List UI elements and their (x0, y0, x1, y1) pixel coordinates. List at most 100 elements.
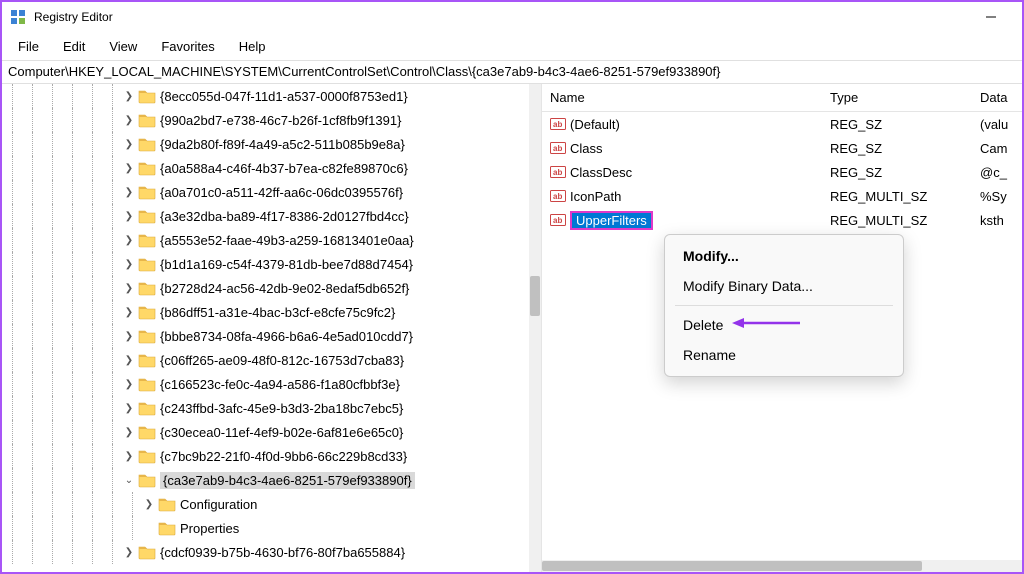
value-name: IconPath (570, 189, 621, 204)
tree-label: {990a2bd7-e738-46c7-b26f-1cf8fb9f1391} (160, 113, 401, 128)
tree-label: Configuration (180, 497, 257, 512)
scrollbar-thumb[interactable] (530, 276, 540, 316)
value-type: REG_SZ (822, 117, 972, 132)
tree-node[interactable]: ❯ {b2728d24-ac56-42db-9e02-8edaf5db652f} (2, 276, 529, 300)
tree-label: {b1d1a169-c54f-4379-81db-bee7d88d7454} (160, 257, 413, 272)
value-name: UpperFilters (570, 211, 653, 230)
tree-label: {b2728d24-ac56-42db-9e02-8edaf5db652f} (160, 281, 409, 296)
tree-node[interactable]: ❯ {c166523c-fe0c-4a94-a586-f1a80cfbbf3e} (2, 372, 529, 396)
tree-label: {c7bc9b22-21f0-4f0d-9bb6-66c229b8cd33} (160, 449, 407, 464)
tree-label: {a5553e52-faae-49b3-a259-16813401e0aa} (160, 233, 414, 248)
tree-node[interactable]: ❯ {bbbe8734-08fa-4966-b6a6-4e5ad010cdd7} (2, 324, 529, 348)
tree-node[interactable]: ❯ {b86dff51-a31e-4bac-b3cf-e8cfe75c9fc2} (2, 300, 529, 324)
tree-label: {cdcf0939-b75b-4630-bf76-80f7ba655884} (160, 545, 405, 560)
expand-chevron[interactable]: ❯ (122, 163, 136, 174)
value-row[interactable]: ab UpperFilters REG_MULTI_SZksth (542, 208, 1022, 232)
tree-node[interactable]: ❯ {a3e32dba-ba89-4f17-8386-2d0127fbd4cc} (2, 204, 529, 228)
value-data: ksth (972, 213, 1022, 228)
window-title: Registry Editor (34, 10, 968, 24)
expand-chevron[interactable]: ❯ (122, 403, 136, 414)
tree-node[interactable]: ⌄ {ca3e7ab9-b4c3-4ae6-8251-579ef933890f} (2, 468, 529, 492)
minimize-button[interactable] (968, 2, 1014, 32)
svg-text:ab: ab (553, 168, 562, 177)
svg-text:ab: ab (553, 120, 562, 129)
expand-chevron[interactable]: ❯ (122, 211, 136, 222)
tree-node[interactable]: ❯ Configuration (2, 492, 529, 516)
menu-edit[interactable]: Edit (53, 35, 95, 58)
expand-chevron[interactable]: ❯ (122, 235, 136, 246)
expand-chevron[interactable]: ❯ (122, 331, 136, 342)
value-row[interactable]: ab(Default)REG_SZ(valu (542, 112, 1022, 136)
tree-node[interactable]: ❯ {a5553e52-faae-49b3-a259-16813401e0aa} (2, 228, 529, 252)
tree-label: {a3e32dba-ba89-4f17-8386-2d0127fbd4cc} (160, 209, 409, 224)
menu-file[interactable]: File (8, 35, 49, 58)
tree-node[interactable]: ❯ {c7bc9b22-21f0-4f0d-9bb6-66c229b8cd33} (2, 444, 529, 468)
tree-pane: ❯{8ecc055d-047f-11d1-a537-0000f8753ed1}❯… (2, 84, 542, 572)
expand-chevron[interactable]: ❯ (122, 283, 136, 294)
tree-node[interactable]: ❯ {c30ecea0-11ef-4ef9-b02e-6af81e6e65c0} (2, 420, 529, 444)
expand-chevron[interactable]: ❯ (122, 91, 136, 102)
expand-chevron[interactable]: ❯ (122, 187, 136, 198)
column-name[interactable]: Name (542, 90, 822, 105)
expand-chevron[interactable]: ❯ (122, 451, 136, 462)
value-type: REG_MULTI_SZ (822, 189, 972, 204)
expand-chevron[interactable]: ❯ (122, 427, 136, 438)
tree-node[interactable]: Properties (2, 516, 529, 540)
app-icon (10, 9, 26, 25)
tree-node[interactable]: ❯{a0a701c0-a511-42ff-aa6c-06dc0395576f} (2, 180, 529, 204)
values-hscrollbar[interactable] (542, 560, 1022, 572)
expand-chevron[interactable]: ❯ (142, 499, 156, 510)
expand-chevron[interactable]: ❯ (122, 115, 136, 126)
expand-chevron[interactable]: ❯ (122, 547, 136, 558)
value-data: %Sy (972, 189, 1022, 204)
value-row[interactable]: abClassDescREG_SZ@c_ (542, 160, 1022, 184)
value-data: (valu (972, 117, 1022, 132)
address-bar[interactable]: Computer\HKEY_LOCAL_MACHINE\SYSTEM\Curre… (2, 60, 1022, 84)
tree-node[interactable]: ❯ {cdcf0939-b75b-4630-bf76-80f7ba655884} (2, 540, 529, 564)
tree-node[interactable]: ❯ {b1d1a169-c54f-4379-81db-bee7d88d7454} (2, 252, 529, 276)
menu-help[interactable]: Help (229, 35, 276, 58)
expand-chevron[interactable]: ⌄ (122, 475, 136, 486)
tree-label: {c30ecea0-11ef-4ef9-b02e-6af81e6e65c0} (160, 425, 403, 440)
hscrollbar-thumb[interactable] (542, 561, 922, 571)
tree-label: {9da2b80f-f89f-4a49-a5c2-511b085b9e8a} (160, 137, 405, 152)
tree-node[interactable]: ❯ {990a2bd7-e738-46c7-b26f-1cf8fb9f1391} (2, 108, 529, 132)
menu-favorites[interactable]: Favorites (151, 35, 224, 58)
svg-text:ab: ab (553, 192, 562, 201)
tree-scrollbar[interactable] (529, 84, 541, 572)
tree-node[interactable]: ❯{c06ff265-ae09-48f0-812c-16753d7cba83} (2, 348, 529, 372)
value-row[interactable]: abClassREG_SZCam (542, 136, 1022, 160)
expand-chevron[interactable]: ❯ (122, 355, 136, 366)
annotation-arrow (732, 316, 802, 330)
titlebar: Registry Editor (2, 2, 1022, 32)
expand-chevron[interactable]: ❯ (122, 259, 136, 270)
svg-text:ab: ab (553, 216, 562, 225)
column-type[interactable]: Type (822, 90, 972, 105)
tree-label: {a0a588a4-c46f-4b37-b7ea-c82fe89870c6} (160, 161, 408, 176)
value-row[interactable]: ab IconPath REG_MULTI_SZ%Sy (542, 184, 1022, 208)
tree-node[interactable]: ❯ {9da2b80f-f89f-4a49-a5c2-511b085b9e8a} (2, 132, 529, 156)
tree-node[interactable]: ❯ {c243ffbd-3afc-45e9-b3d3-2ba18bc7ebc5} (2, 396, 529, 420)
tree-label: {c166523c-fe0c-4a94-a586-f1a80cfbbf3e} (160, 377, 400, 392)
context-menu-separator (675, 305, 893, 306)
value-type: REG_MULTI_SZ (822, 213, 972, 228)
list-header: Name Type Data (542, 84, 1022, 112)
context-menu: Modify...Modify Binary Data...DeleteRena… (664, 234, 904, 377)
tree-node[interactable]: ❯{8ecc055d-047f-11d1-a537-0000f8753ed1} (2, 84, 529, 108)
tree-label: {bbbe8734-08fa-4966-b6a6-4e5ad010cdd7} (160, 329, 413, 344)
menu-view[interactable]: View (99, 35, 147, 58)
value-type: REG_SZ (822, 141, 972, 156)
svg-text:ab: ab (553, 144, 562, 153)
tree-label: {c243ffbd-3afc-45e9-b3d3-2ba18bc7ebc5} (160, 401, 403, 416)
expand-chevron[interactable]: ❯ (122, 139, 136, 150)
expand-chevron[interactable]: ❯ (122, 307, 136, 318)
context-menu-modify-binary-data[interactable]: Modify Binary Data... (665, 271, 903, 301)
column-data[interactable]: Data (972, 90, 1022, 105)
tree-label: {b86dff51-a31e-4bac-b3cf-e8cfe75c9fc2} (160, 305, 395, 320)
tree-label: {ca3e7ab9-b4c3-4ae6-8251-579ef933890f} (160, 472, 415, 489)
context-menu-modify[interactable]: Modify... (665, 241, 903, 271)
context-menu-rename[interactable]: Rename (665, 340, 903, 370)
value-type: REG_SZ (822, 165, 972, 180)
tree-node[interactable]: ❯ {a0a588a4-c46f-4b37-b7ea-c82fe89870c6} (2, 156, 529, 180)
expand-chevron[interactable]: ❯ (122, 379, 136, 390)
